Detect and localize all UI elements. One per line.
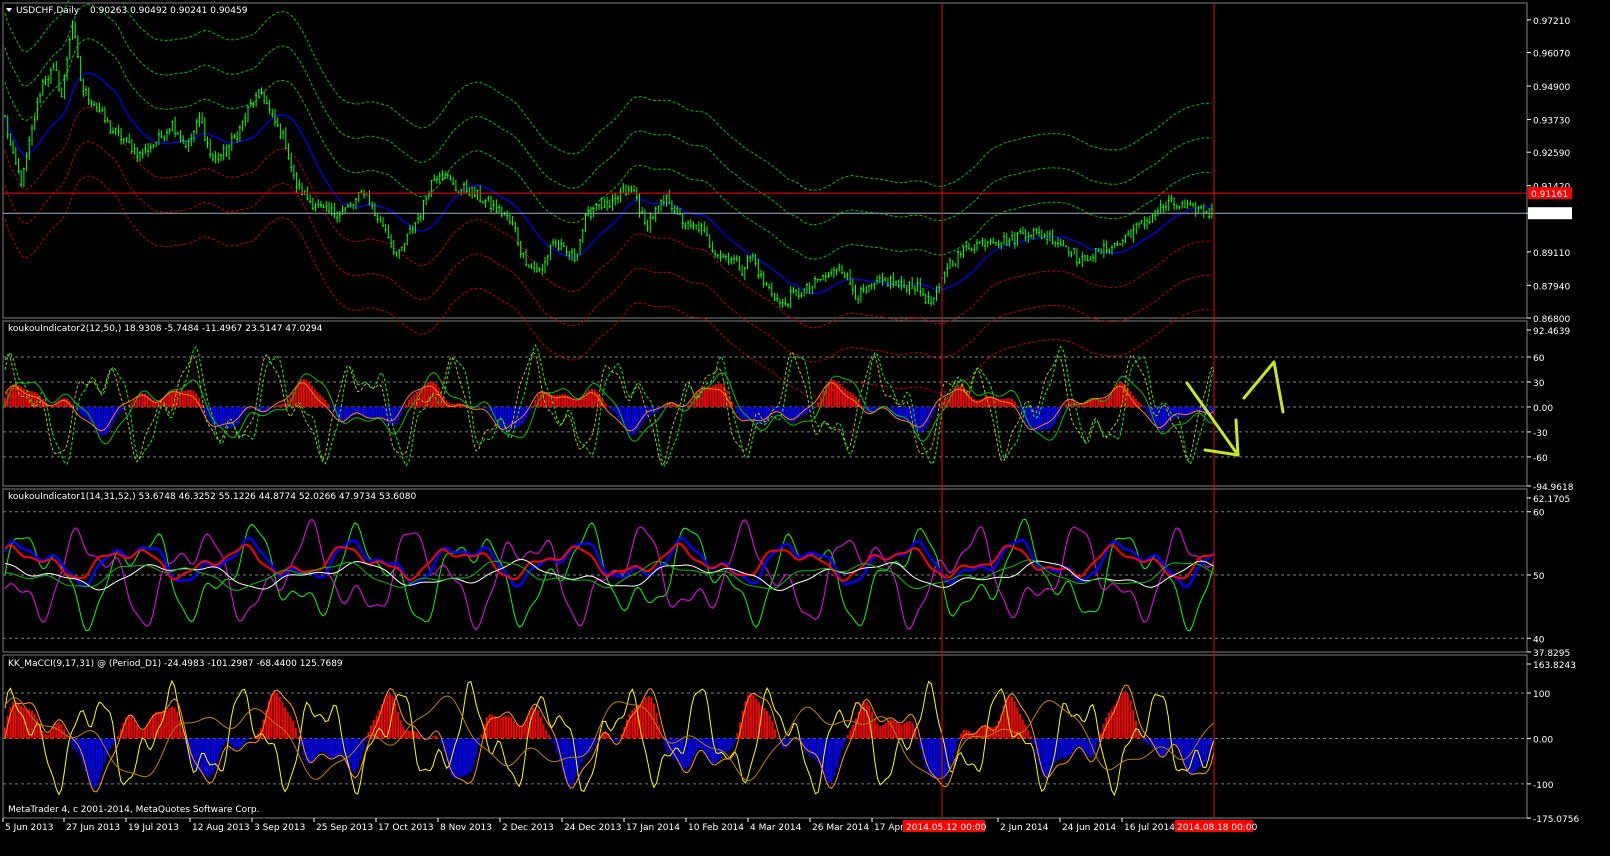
panel3-tick-label: 40 bbox=[1533, 635, 1545, 645]
marker-price-label: 0.91161 bbox=[1531, 190, 1568, 200]
marker1-time-label: 2014.05.12 00:00 bbox=[906, 823, 987, 833]
time-tick-label: 19 Jul 2013 bbox=[128, 823, 179, 833]
time-tick-label: 2 Jun 2014 bbox=[1000, 823, 1049, 833]
panel2-tick-label: 0.00 bbox=[1533, 404, 1553, 414]
panel4-tick-label: 163.8243 bbox=[1533, 661, 1576, 671]
price-tick-label: 0.92590 bbox=[1533, 149, 1570, 159]
time-tick-label: 16 Jul 2014 bbox=[1124, 823, 1175, 833]
time-tick-label: 2 Dec 2013 bbox=[502, 823, 554, 833]
panel4-tick-label: 0.00 bbox=[1533, 735, 1553, 745]
panel4-tick-label: -100 bbox=[1533, 781, 1554, 791]
time-tick-label: 17 Oct 2013 bbox=[378, 823, 434, 833]
price-tick-label: 0.97210 bbox=[1533, 17, 1570, 27]
time-tick-label: 17 Jan 2014 bbox=[626, 823, 680, 833]
panel4-tick-label: -175.0756 bbox=[1533, 815, 1579, 825]
price-tick-label: 0.93730 bbox=[1533, 117, 1570, 127]
time-tick-label: 17 Apr bbox=[874, 823, 904, 833]
panel2-tick-label: 92.4639 bbox=[1533, 327, 1570, 337]
price-tick-label: 0.87940 bbox=[1533, 282, 1570, 292]
time-tick-label: 24 Dec 2013 bbox=[564, 823, 622, 833]
price-tick-label: 0.94900 bbox=[1533, 83, 1570, 93]
panel3-tick-label: 60 bbox=[1533, 509, 1545, 519]
panel2-tick-label: 30 bbox=[1533, 379, 1545, 389]
price-tick-label: 0.86800 bbox=[1533, 315, 1570, 325]
time-tick-label: 26 Mar 2014 bbox=[812, 823, 869, 833]
panel3-title: koukouIndicator1(14,31,52,) 53.6748 46.3… bbox=[8, 492, 416, 502]
panel2-tick-label: -94.9618 bbox=[1533, 483, 1574, 493]
panel3-tick-label: 50 bbox=[1533, 572, 1545, 582]
marker2-time-label: 2014.08.18 00:00 bbox=[1177, 823, 1258, 833]
panel3-tick-label: 62.1705 bbox=[1533, 495, 1570, 505]
time-tick-label: 5 Jun 2013 bbox=[5, 823, 53, 833]
trading-chart[interactable]: 0.972100.960700.949000.937300.925900.914… bbox=[0, 0, 1610, 856]
price-tick-label: 0.89110 bbox=[1533, 249, 1570, 259]
symbol-title: USDCHF,Daily bbox=[16, 6, 80, 16]
time-tick-label: 8 Nov 2013 bbox=[440, 823, 492, 833]
panel3-tick-label: 37.8295 bbox=[1533, 649, 1570, 659]
copyright-text: MetaTrader 4, c 2001-2014, MetaQuotes So… bbox=[8, 805, 259, 815]
panel4-title: KK_MaCCI(9,17,31) @ (Period_D1) -24.4983… bbox=[8, 659, 343, 669]
time-tick-label: 25 Sep 2013 bbox=[316, 823, 373, 833]
time-tick-label: 27 Jun 2013 bbox=[66, 823, 120, 833]
panel2-tick-label: -60 bbox=[1533, 454, 1548, 464]
time-tick-label: 3 Sep 2013 bbox=[254, 823, 305, 833]
panel2-tick-label: 60 bbox=[1533, 354, 1545, 364]
panel2-tick-label: -30 bbox=[1533, 429, 1548, 439]
price-tick-label: 0.96070 bbox=[1533, 50, 1570, 60]
time-tick-label: 10 Feb 2014 bbox=[688, 823, 744, 833]
ohlc-values: 0.90263 0.90492 0.90241 0.90459 bbox=[90, 6, 248, 16]
time-tick-label: 4 Mar 2014 bbox=[750, 823, 802, 833]
time-tick-label: 24 Jun 2014 bbox=[1062, 823, 1116, 833]
current-price-label: 0.90459 bbox=[1531, 210, 1568, 220]
time-tick-label: 12 Aug 2013 bbox=[192, 823, 250, 833]
panel2-title: koukouIndicator2(12,50,) 18.9308 -5.7484… bbox=[8, 324, 323, 334]
panel4-tick-label: 100 bbox=[1533, 690, 1550, 700]
